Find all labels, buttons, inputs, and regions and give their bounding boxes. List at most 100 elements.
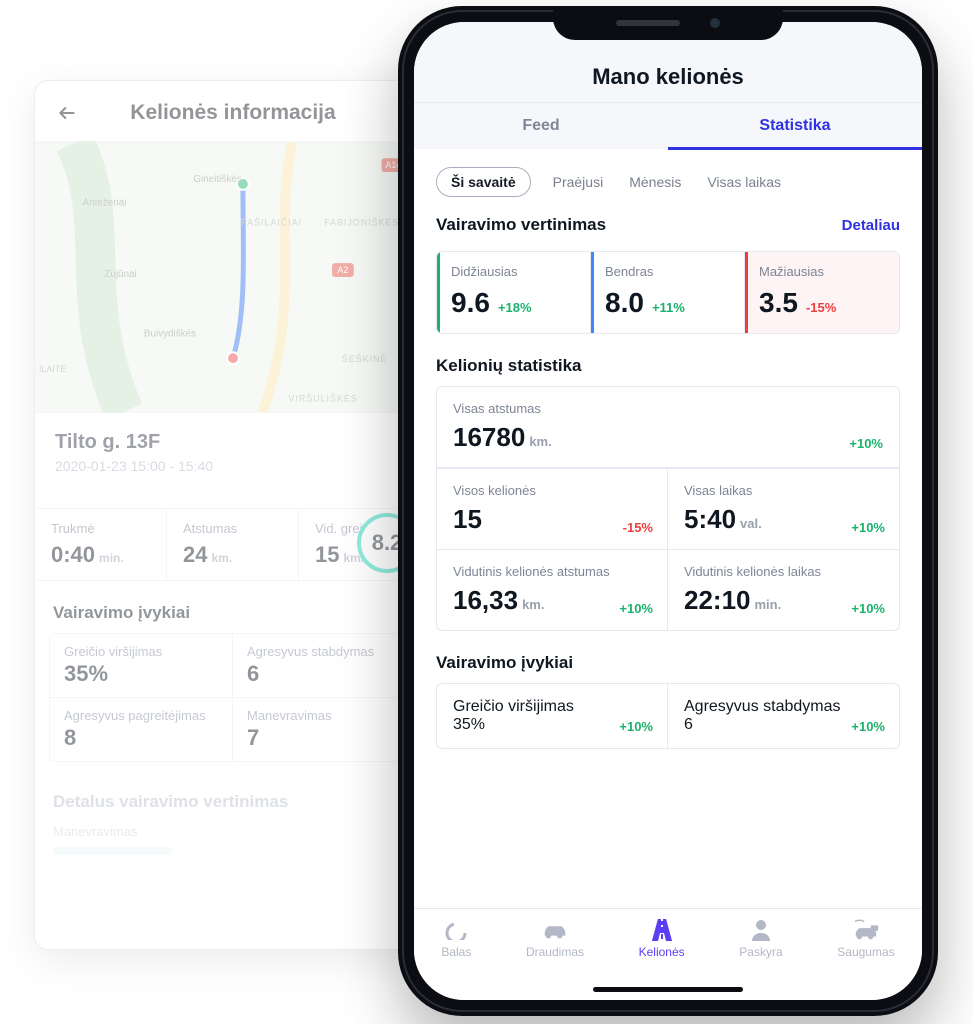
nav-account[interactable]: Paskyra: [739, 919, 782, 959]
rating-delta: -15%: [806, 300, 836, 315]
metric-label: Atstumas: [183, 521, 282, 536]
phone-header: Mano kelionės Feed Statistika: [414, 22, 922, 149]
event-cell: Manevravimas 7: [233, 698, 416, 761]
events-title-front: Vairavimo įvykiai: [436, 653, 900, 673]
event-delta: +10%: [619, 719, 653, 734]
events-title: Vairavimo įvykiai: [53, 603, 413, 623]
nav-score[interactable]: Balas: [441, 919, 471, 959]
event-value: 6: [247, 661, 402, 687]
rating-min: Mažiausias 3.5 -15%: [745, 252, 899, 333]
event-value: 35%: [453, 716, 485, 733]
stat-cell: Visas laikas 5:40val. +10%: [668, 468, 899, 549]
home-indicator[interactable]: [593, 987, 743, 992]
svg-text:PAŠILAIČIAI: PAŠILAIČIAI: [241, 218, 302, 228]
rating-cards: Didžiausias 9.6+18% Bendras 8.0+11% Maži…: [436, 251, 900, 334]
metric-value: 0:40: [51, 542, 95, 567]
rating-value: 8.0: [605, 287, 644, 319]
chip-all-time[interactable]: Visas laikas: [703, 168, 785, 196]
trip-datetime: 2020-01-23 15:00 - 15:40: [55, 458, 411, 474]
rating-details-link[interactable]: Detaliau: [842, 217, 900, 234]
trip-map[interactable]: A14 A2 Gineitiškės Antežeriai PAŠILAIČIA…: [35, 141, 431, 413]
tab-stats[interactable]: Statistika: [668, 103, 922, 149]
nav-insurance[interactable]: Draudimas: [526, 919, 584, 959]
back-button[interactable]: [51, 97, 83, 129]
stat-label: Visas laikas: [684, 483, 883, 498]
chip-this-week[interactable]: Ši savaitė: [436, 167, 531, 197]
stat-label: Vidutinis kelionės atstumas: [453, 564, 651, 579]
trip-summary: Tilto g. 13F 2020-01-23 15:00 - 15:40: [35, 413, 431, 482]
event-label: Manevravimas: [247, 708, 402, 723]
chip-month[interactable]: Mėnesis: [625, 168, 685, 196]
stat-delta: -15%: [623, 520, 653, 535]
detail-title: Detalus vairavimo vertinimas: [53, 792, 413, 812]
trip-address: Tilto g. 13F: [55, 431, 411, 454]
rating-delta: +18%: [498, 300, 532, 315]
event-label: Agresyvus stabdymas: [247, 644, 402, 659]
rating-delta: +11%: [652, 300, 685, 315]
nav-label: Balas: [441, 945, 471, 959]
back-title: Kelionės informacija: [95, 101, 371, 125]
rating-label: Bendras: [605, 264, 730, 279]
nav-trips[interactable]: Kelionės: [639, 919, 685, 959]
rating-title: Vairavimo vertinimas: [436, 215, 606, 235]
tab-feed[interactable]: Feed: [414, 103, 668, 149]
stat-delta: +10%: [619, 601, 653, 616]
event-cell: Agresyvus stabdymas 6: [233, 634, 416, 697]
metric-unit: min.: [99, 551, 124, 565]
svg-text:ŠEŠKINĖ: ŠEŠKINĖ: [342, 354, 388, 364]
tab-label: Statistika: [759, 117, 830, 134]
nav-security[interactable]: Saugumas: [837, 919, 894, 959]
chip-last-week[interactable]: Praėjusi: [549, 168, 608, 196]
metric-distance: Atstumas 24km.: [167, 509, 299, 580]
stat-label: Vidutinis kelionės laikas: [684, 564, 883, 579]
bottom-nav: Balas Draudimas Kelionės Paskyra Sauguma…: [414, 908, 922, 1000]
rating-value: 9.6: [451, 287, 490, 319]
rating-header: Vairavimo vertinimas Detaliau: [414, 207, 922, 241]
trip-stats: Visas atstumas 16780km. +10% Visos kelio…: [436, 386, 900, 631]
svg-text:Buivydiškės: Buivydiškės: [144, 328, 196, 339]
nav-label: Paskyra: [739, 945, 782, 959]
metric-value: 15: [315, 542, 339, 567]
car-lock-icon: [852, 919, 880, 941]
event-value: 6: [684, 716, 693, 733]
back-screen: Kelionės informacija A14 A2 Gineitiškės …: [34, 80, 432, 950]
event-label: Greičio viršijimas: [64, 644, 218, 659]
rating-max: Didžiausias 9.6+18%: [437, 252, 591, 333]
tab-label: Feed: [522, 117, 559, 134]
stat-unit: val.: [740, 516, 762, 531]
event-value: 35%: [64, 661, 218, 687]
svg-text:ILAITE: ILAITE: [39, 364, 66, 374]
event-label: Agresyvus stabdymas: [684, 698, 883, 716]
link-label: Detaliau: [842, 217, 900, 234]
metric-label: Trukmė: [51, 521, 150, 536]
detail-progress: [53, 847, 172, 855]
phone-frame: Mano kelionės Feed Statistika Ši savaitė…: [398, 6, 938, 1016]
stat-delta: +10%: [851, 601, 885, 616]
car-icon: [541, 919, 569, 941]
stat-delta: +10%: [849, 436, 883, 451]
metric-unit: km.: [211, 551, 232, 565]
event-value: 7: [247, 725, 402, 751]
metric-duration: Trukmė 0:40 min.: [35, 509, 167, 580]
event-cell: Greičio viršijimas 35%: [50, 634, 233, 697]
svg-text:A2: A2: [337, 265, 348, 275]
events-grid-front: Greičio viršijimas 35% +10% Agresyvus st…: [436, 683, 900, 749]
stat-value: 16780: [453, 422, 525, 452]
stat-unit: km.: [522, 597, 544, 612]
stat-cell: Vidutinis kelionės laikas 22:10min. +10%: [668, 549, 899, 630]
svg-text:Gineitiškės: Gineitiškės: [193, 174, 241, 185]
rating-overall: Bendras 8.0 +11%: [591, 252, 745, 333]
detail-subtitle: Manevravimas: [53, 824, 413, 839]
event-value: 8: [64, 725, 218, 751]
rating-label: Mažiausias: [759, 264, 885, 279]
stat-total-distance: Visas atstumas 16780km. +10%: [437, 387, 899, 468]
road-icon: [648, 919, 676, 941]
rating-value: 3.5: [759, 287, 798, 319]
back-header: Kelionės informacija: [35, 81, 431, 141]
user-icon: [747, 919, 775, 941]
svg-text:VIRŠULIŠKĖS: VIRŠULIŠKĖS: [288, 394, 357, 404]
svg-text:FABIJONIŠKĖS: FABIJONIŠKĖS: [324, 218, 399, 228]
svg-text:Zujūnai: Zujūnai: [104, 269, 136, 280]
chip-label: Praėjusi: [553, 174, 604, 190]
nav-label: Draudimas: [526, 945, 584, 959]
